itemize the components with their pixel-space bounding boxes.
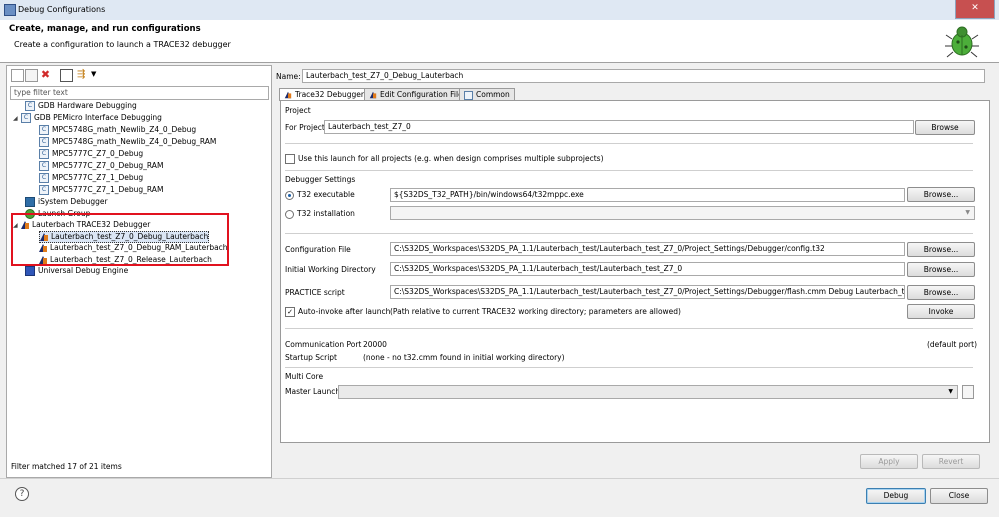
duplicate-icon[interactable] — [25, 69, 38, 82]
project-field[interactable]: Lauterbach_test_Z7_0 — [324, 120, 914, 134]
config-file-label: Configuration File — [285, 245, 351, 254]
close-button[interactable]: ✕ — [955, 0, 995, 19]
auto-invoke-checkbox[interactable]: ✓ Auto-invoke after launch — [285, 307, 390, 317]
divider — [285, 170, 973, 171]
t32-executable-radio[interactable]: T32 executable — [285, 190, 355, 200]
bug-icon — [945, 26, 979, 58]
tree-item-config[interactable]: C MPC5748G_math_Newlib_Z4_0_Debug — [39, 125, 196, 135]
project-browse-button[interactable]: Browse — [915, 120, 975, 135]
tree-item-ude[interactable]: Universal Debug Engine — [25, 266, 128, 276]
master-launch-select[interactable]: ▼ — [338, 385, 958, 399]
help-icon[interactable]: ? — [15, 487, 29, 501]
c-icon: C — [39, 149, 49, 159]
header-subtitle: Create a configuration to launch a TRACE… — [14, 40, 231, 49]
name-label: Name: — [276, 72, 301, 81]
chevron-down-icon: ▼ — [965, 209, 970, 216]
practice-script-field[interactable]: C:\S32DS_Workspaces\S32DS_PA_1.1/Lauterb… — [390, 285, 905, 299]
c-icon: C — [25, 101, 35, 111]
common-icon — [464, 90, 473, 100]
trace32-icon — [369, 91, 377, 99]
footer-divider — [0, 478, 999, 479]
debug-button[interactable]: Debug — [866, 488, 926, 504]
header-title: Create, manage, and run configurations — [9, 24, 201, 34]
trace32-icon — [284, 91, 292, 99]
divider — [285, 233, 973, 234]
invoke-button[interactable]: Invoke — [907, 304, 975, 319]
tree-item-config[interactable]: C MPC5777C_Z7_1_Debug — [39, 173, 143, 183]
highlight-box — [11, 213, 229, 266]
tree-item-gdb-hardware[interactable]: C GDB Hardware Debugging — [25, 101, 137, 111]
practice-browse-button[interactable]: Browse... — [907, 285, 975, 300]
tree-item-config[interactable]: C MPC5777C_Z7_0_Debug_RAM — [39, 161, 163, 171]
filter-input[interactable]: type filter text — [10, 86, 269, 100]
t32-installation-select[interactable]: ▼ — [390, 206, 975, 220]
t32-executable-field[interactable]: ${S32DS_T32_PATH}/bin/windows64/t32mppc.… — [390, 188, 905, 202]
tree-item-config[interactable]: C MPC5777C_Z7_0_Debug — [39, 149, 143, 159]
c-icon: C — [39, 173, 49, 183]
expand-toggle-icon[interactable]: ◢ — [13, 114, 21, 124]
radio-selected-icon[interactable] — [285, 190, 294, 200]
ude-icon — [25, 266, 35, 276]
startup-script-value: (none - no t32.cmm found in initial work… — [363, 353, 565, 362]
init-dir-field[interactable]: C:\S32DS_Workspaces\S32DS_PA_1.1/Lauterb… — [390, 262, 905, 276]
collapse-all-icon[interactable] — [60, 69, 73, 82]
c-icon: C — [39, 185, 49, 195]
close-dialog-button[interactable]: Close — [930, 488, 988, 504]
auto-invoke-note: (Path relative to current TRACE32 workin… — [390, 307, 681, 316]
tree-item-config[interactable]: C MPC5777C_Z7_1_Debug_RAM — [39, 185, 163, 195]
filter-icon[interactable]: ⇶ — [77, 69, 88, 80]
filter-status: Filter matched 17 of 21 items — [11, 462, 122, 471]
startup-script-label: Startup Script — [285, 353, 337, 362]
comm-port-label: Communication Port — [285, 340, 362, 349]
launch-config-tree-pane: ✖ ⇶ ▼ type filter text C GDB Hardware Deb… — [6, 65, 272, 478]
multicore-title: Multi Core — [285, 372, 324, 381]
default-port-note: (default port) — [927, 340, 977, 349]
debugger-settings-title: Debugger Settings — [285, 175, 356, 184]
divider — [285, 328, 973, 329]
chevron-down-icon: ▼ — [948, 388, 953, 395]
t32-executable-browse-button[interactable]: Browse... — [907, 187, 975, 202]
c-icon: C — [39, 137, 49, 147]
comm-port-value: 20000 — [363, 340, 387, 349]
c-icon: C — [39, 125, 49, 135]
project-section-title: Project — [285, 106, 311, 115]
use-launch-all-checkbox[interactable]: Use this launch for all projects (e.g. w… — [285, 154, 604, 164]
revert-button[interactable]: Revert — [922, 454, 980, 469]
radio-icon[interactable] — [285, 209, 294, 219]
master-launch-label: Master Launch — [285, 387, 341, 396]
practice-script-label: PRACTICE script — [285, 288, 345, 297]
clear-icon[interactable] — [962, 385, 974, 399]
new-config-icon[interactable] — [11, 69, 24, 82]
checkmark-icon[interactable]: ✓ — [285, 307, 295, 317]
tree-item-config[interactable]: C MPC5748G_math_Newlib_Z4_0_Debug_RAM — [39, 137, 216, 147]
for-project-label: For Project — [285, 123, 325, 132]
isystem-icon — [25, 197, 35, 207]
name-field[interactable]: Lauterbach_test_Z7_0_Debug_Lauterbach — [302, 69, 985, 83]
chevron-down-icon[interactable]: ▼ — [91, 69, 102, 80]
title-bar: Debug Configurations ✕ — [0, 0, 999, 21]
apply-button[interactable]: Apply — [860, 454, 918, 469]
t32-installation-radio[interactable]: T32 installation — [285, 209, 355, 219]
config-file-browse-button[interactable]: Browse... — [907, 242, 975, 257]
app-icon — [4, 4, 16, 16]
delete-icon[interactable]: ✖ — [40, 69, 51, 80]
init-dir-label: Initial Working Directory — [285, 265, 376, 274]
c-icon: C — [21, 113, 31, 123]
config-file-field[interactable]: C:\S32DS_Workspaces\S32DS_PA_1.1/Lauterb… — [390, 242, 905, 256]
window-title: Debug Configurations — [18, 5, 106, 14]
init-dir-browse-button[interactable]: Browse... — [907, 262, 975, 277]
dialog-header: Create, manage, and run configurations C… — [0, 20, 999, 63]
tree-item-isystem[interactable]: iSystem Debugger — [25, 197, 108, 207]
checkbox-icon[interactable] — [285, 154, 295, 164]
divider — [285, 143, 973, 144]
divider — [285, 367, 973, 368]
tree-item-gdb-pemicro[interactable]: ◢ C GDB PEMicro Interface Debugging — [13, 113, 162, 123]
c-icon: C — [39, 161, 49, 171]
